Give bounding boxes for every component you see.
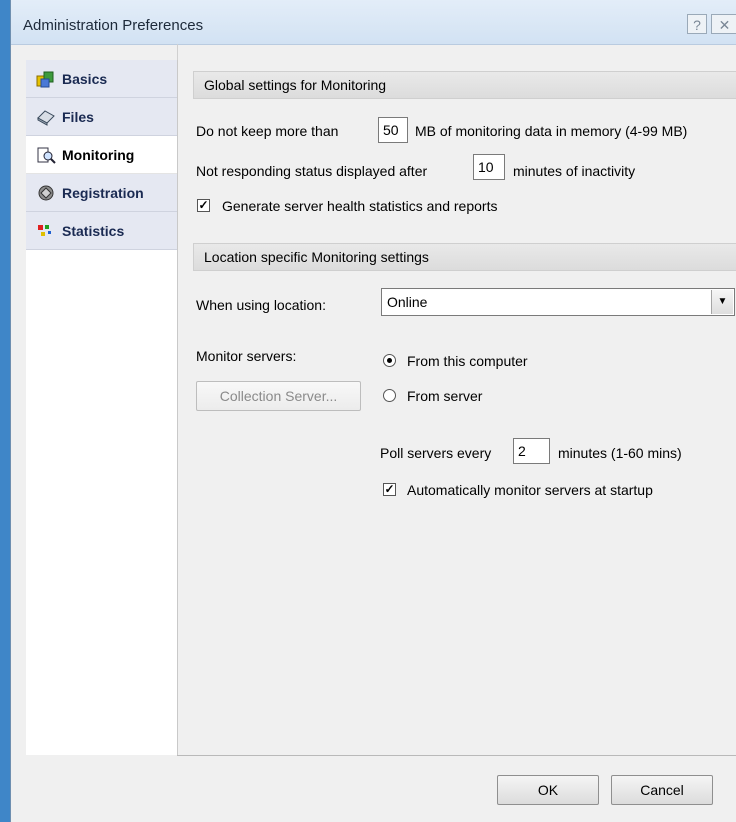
keep-data-prefix-label: Do not keep more than — [196, 123, 339, 139]
files-icon — [36, 108, 56, 126]
monitoring-icon — [36, 146, 56, 164]
sidebar-item-label: Registration — [62, 184, 144, 201]
preferences-dialog: Administration Preferences ? ✕ Basics Fi… — [10, 0, 736, 822]
sidebar-item-files[interactable]: Files — [26, 98, 177, 136]
health-stats-label: Generate server health statistics and re… — [222, 198, 498, 214]
auto-monitor-label: Automatically monitor servers at startup — [407, 482, 653, 498]
footer-divider — [177, 755, 736, 756]
location-select[interactable]: Online ▼ — [381, 288, 735, 316]
sidebar-item-label: Monitoring — [62, 146, 135, 163]
poll-minutes-field[interactable] — [513, 438, 550, 464]
from-this-computer-label: From this computer — [407, 353, 528, 369]
health-stats-checkbox[interactable]: ✓ — [197, 199, 210, 212]
ok-button[interactable]: OK — [497, 775, 599, 805]
help-button[interactable]: ? — [687, 14, 707, 34]
poll-servers-suffix-label: minutes (1-60 mins) — [558, 445, 682, 461]
sidebar-item-statistics[interactable]: Statistics — [26, 212, 177, 250]
not-responding-minutes-field[interactable] — [473, 154, 505, 180]
location-select-value: Online — [387, 294, 428, 310]
auto-monitor-checkbox[interactable]: ✓ — [383, 483, 396, 496]
from-server-label: From server — [407, 388, 483, 404]
title-bar: Administration Preferences ? ✕ — [11, 0, 736, 45]
cancel-button[interactable]: Cancel — [611, 775, 713, 805]
close-button[interactable]: ✕ — [711, 14, 736, 34]
when-using-location-label: When using location: — [196, 297, 326, 313]
window-title: Administration Preferences — [23, 17, 204, 34]
sidebar-item-label: Basics — [62, 70, 108, 87]
sidebar-item-basics[interactable]: Basics — [26, 60, 177, 98]
sidebar: Basics Files Monitoring Registration Sta… — [26, 60, 178, 755]
not-responding-suffix-label: minutes of inactivity — [513, 163, 636, 179]
sidebar-item-registration[interactable]: Registration — [26, 174, 177, 212]
basics-icon — [36, 70, 56, 88]
not-responding-prefix-label: Not responding status displayed after — [196, 163, 428, 179]
collection-server-button[interactable]: Collection Server... — [196, 381, 361, 411]
global-settings-header: Global settings for Monitoring — [193, 71, 736, 99]
location-settings-header: Location specific Monitoring settings — [193, 243, 736, 271]
dropdown-arrow-icon[interactable]: ▼ — [711, 290, 733, 314]
keep-data-suffix-label: MB of monitoring data in memory (4-99 MB… — [415, 123, 688, 139]
poll-servers-prefix-label: Poll servers every — [380, 445, 492, 461]
sidebar-item-monitoring[interactable]: Monitoring — [26, 136, 177, 174]
from-server-radio[interactable] — [383, 389, 396, 402]
keep-data-mb-field[interactable] — [378, 117, 408, 143]
from-this-computer-radio[interactable] — [383, 354, 396, 367]
registration-icon — [36, 184, 56, 202]
statistics-icon — [36, 222, 56, 240]
sidebar-item-label: Files — [62, 108, 94, 125]
sidebar-item-label: Statistics — [62, 222, 125, 239]
monitor-servers-label: Monitor servers: — [196, 348, 297, 364]
